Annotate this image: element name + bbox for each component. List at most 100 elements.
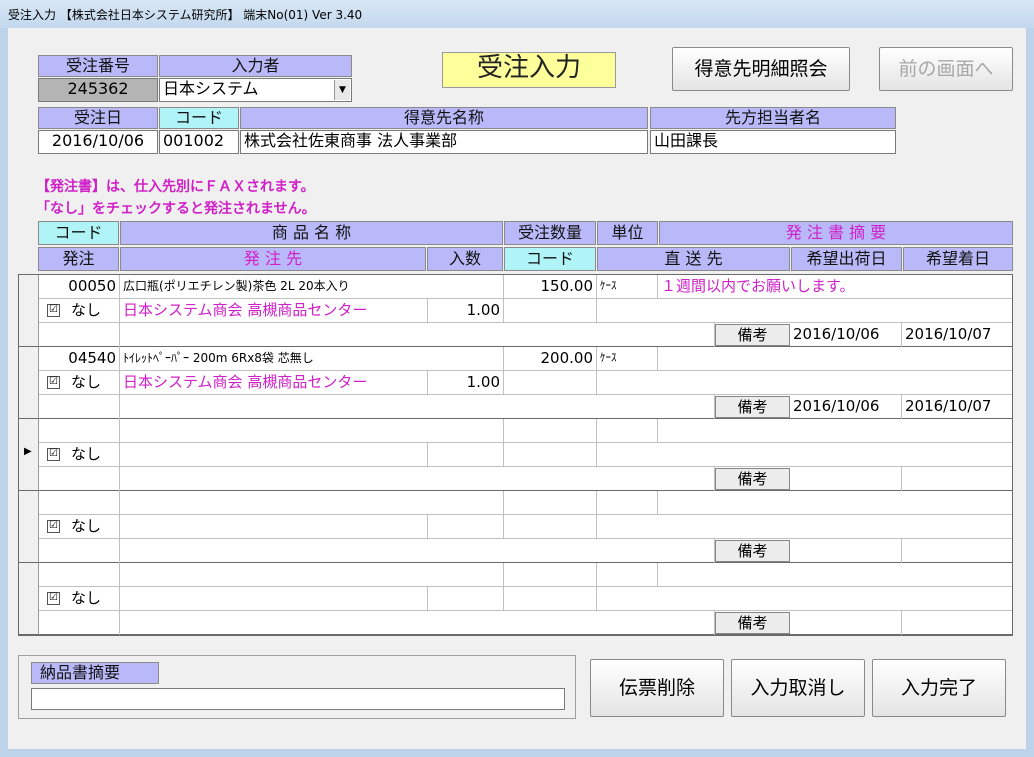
row-selector[interactable] [19,563,39,635]
line-code2[interactable] [504,443,597,467]
line-supplier[interactable]: 日本システム商会 高槻商品センター [120,299,428,323]
line-nashi[interactable]: ☑ なし [39,587,120,611]
line-blank [39,323,120,347]
line-ship-date[interactable] [790,539,902,563]
remarks-button[interactable]: 備考 [715,468,790,490]
prev-screen-button[interactable]: 前の画面へ [879,47,1013,91]
line-direct-ship[interactable] [597,515,1012,539]
nashi-label: なし [71,517,102,535]
line-notes[interactable] [120,395,715,419]
inputter-select[interactable]: 日本システム ▼ [159,78,352,102]
line-notes[interactable] [120,611,715,635]
line-po-summary[interactable] [658,419,1012,443]
line-unit[interactable] [597,563,658,587]
line-po-summary[interactable] [658,563,1012,587]
line-po-summary[interactable] [658,491,1012,515]
nashi-checkbox[interactable]: ☑ [47,592,60,605]
line-supplier[interactable] [120,443,428,467]
remarks-button[interactable]: 備考 [715,324,790,346]
line-product[interactable] [120,419,504,443]
complete-input-button[interactable]: 入力完了 [872,659,1006,717]
line-qty[interactable] [504,491,597,515]
grid-header-order-qty: 受注数量 [504,221,596,245]
line-code[interactable] [39,563,120,587]
line-code2[interactable] [504,299,597,323]
customer-name-field[interactable]: 株式会社佐東商事 法人事業部 [240,130,648,154]
line-qty[interactable]: 150.00 [504,275,597,299]
line-unit[interactable]: ｹｰｽ [597,347,658,371]
line-direct-ship[interactable] [597,443,1012,467]
remarks-button[interactable]: 備考 [715,396,790,418]
line-nashi[interactable]: ☑ なし [39,515,120,539]
cancel-input-button[interactable]: 入力取消し [731,659,865,717]
line-arrival-date[interactable]: 2016/10/07 [902,395,1012,419]
line-po-summary[interactable] [658,347,1012,371]
line-product[interactable]: ﾄｲﾚｯﾄﾍﾟｰﾊﾟｰ 200m 6Rx8袋 芯無し [120,347,504,371]
row-selector[interactable] [19,347,39,419]
nashi-note: 「なし」をチェックすると発注されません。 [36,201,316,217]
order-date-field[interactable]: 2016/10/06 [38,130,158,154]
remarks-button[interactable]: 備考 [715,540,790,562]
remarks-button[interactable]: 備考 [715,612,790,634]
line-arrival-date[interactable] [902,467,1012,491]
line-arrival-date[interactable]: 2016/10/07 [902,323,1012,347]
line-code[interactable] [39,419,120,443]
line-ship-date[interactable]: 2016/10/06 [790,323,902,347]
line-product[interactable] [120,563,504,587]
line-ship-date[interactable] [790,467,902,491]
line-code[interactable] [39,491,120,515]
line-product[interactable]: 広口瓶(ポリエチレン製)茶色 2L 20本入り [120,275,504,299]
contact-field[interactable]: 山田課長 [650,130,896,154]
line-nashi[interactable]: ☑ なし [39,371,120,395]
grid-header-arrival-date: 希望着日 [903,247,1013,271]
line-pack-qty[interactable]: 1.00 [428,299,504,323]
line-notes[interactable] [120,323,715,347]
row-selector[interactable] [19,275,39,347]
line-pack-qty[interactable] [428,515,504,539]
line-qty[interactable] [504,419,597,443]
nashi-checkbox[interactable]: ☑ [47,304,60,317]
line-unit[interactable] [597,491,658,515]
line-unit[interactable] [597,419,658,443]
line-pack-qty[interactable] [428,587,504,611]
line-pack-qty[interactable] [428,443,504,467]
nashi-label: なし [71,589,102,607]
line-supplier[interactable] [120,515,428,539]
chevron-down-icon[interactable]: ▼ [334,80,350,100]
line-direct-ship[interactable] [597,371,1012,395]
order-line: ☑ なし 備考 [39,419,1012,491]
line-arrival-date[interactable] [902,539,1012,563]
line-unit[interactable]: ｹｰｽ [597,275,658,299]
line-pack-qty[interactable]: 1.00 [428,371,504,395]
line-nashi[interactable]: ☑ なし [39,443,120,467]
line-direct-ship[interactable] [597,299,1012,323]
line-qty[interactable] [504,563,597,587]
line-arrival-date[interactable] [902,611,1012,635]
customer-code-field[interactable]: 001002 [159,130,239,154]
line-qty[interactable]: 200.00 [504,347,597,371]
line-po-summary[interactable]: １週間以内でお願いします。 [658,275,1012,299]
row-selector[interactable]: ▶ [19,419,39,491]
line-direct-ship[interactable] [597,587,1012,611]
line-ship-date[interactable]: 2016/10/06 [790,395,902,419]
delete-slip-button[interactable]: 伝票削除 [590,659,724,717]
line-supplier[interactable] [120,587,428,611]
line-nashi[interactable]: ☑ なし [39,299,120,323]
line-supplier[interactable]: 日本システム商会 高槻商品センター [120,371,428,395]
line-code2[interactable] [504,515,597,539]
line-code2[interactable] [504,371,597,395]
nashi-label: なし [71,445,102,463]
line-code2[interactable] [504,587,597,611]
line-product[interactable] [120,491,504,515]
line-notes[interactable] [120,539,715,563]
nashi-checkbox[interactable]: ☑ [47,520,60,533]
nashi-checkbox[interactable]: ☑ [47,448,60,461]
line-code[interactable]: 04540 [39,347,120,371]
nashi-checkbox[interactable]: ☑ [47,376,60,389]
row-selector[interactable] [19,491,39,563]
line-notes[interactable] [120,467,715,491]
customer-detail-button[interactable]: 得意先明細照会 [672,47,850,91]
line-ship-date[interactable] [790,611,902,635]
line-code[interactable]: 00050 [39,275,120,299]
delivery-note-field[interactable] [31,688,565,710]
